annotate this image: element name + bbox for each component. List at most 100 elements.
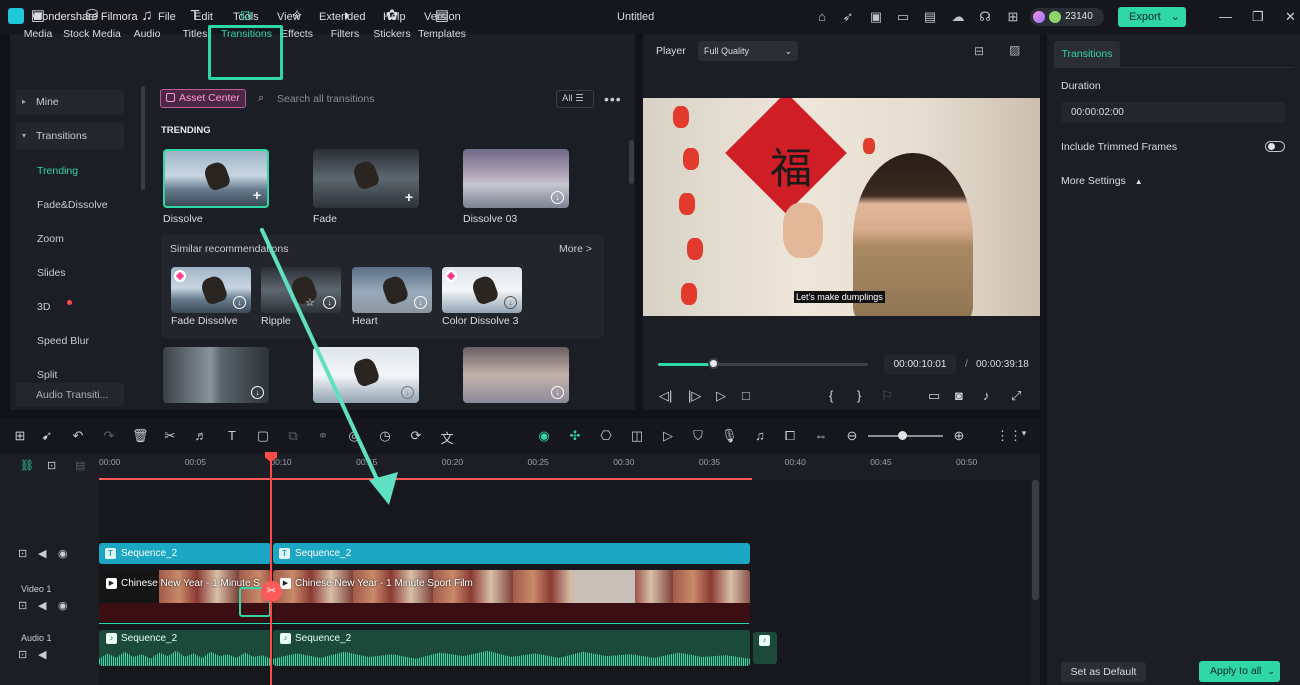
close-icon[interactable]: ✕ [1285,9,1296,25]
asset-center-button[interactable]: Asset Center [160,89,246,108]
tab-stickers[interactable]: ✿ Stickers [367,6,417,46]
save-icon[interactable]: ▤ [923,10,937,24]
mark-in-icon[interactable]: { [829,388,833,403]
tab-transitions-properties[interactable]: Transitions [1054,41,1120,67]
download-icon[interactable]: ↓ [551,191,564,204]
zoom-in-icon[interactable]: ⊕ [951,428,967,444]
tab-stock-media[interactable]: ⛁ Stock Media [62,6,122,46]
select-tool-icon[interactable]: ➹ [39,428,55,444]
split-scissor-icon[interactable]: ✂ [261,581,282,602]
tab-templates[interactable]: ▤ Templates [417,6,467,46]
quality-select[interactable]: Full Quality ⌄ [698,41,798,61]
timeline-settings-icon[interactable]: ⋮⋮ [996,428,1022,444]
download-icon[interactable]: ↓ [233,296,246,309]
sidebar-item-zoom[interactable]: Zoom [37,233,64,245]
favorite-star-icon[interactable]: ☆ [305,296,315,309]
display-icon[interactable]: ▭ [928,388,940,404]
add-icon[interactable]: + [253,187,261,203]
headset-icon[interactable]: ☊ [978,10,992,24]
title-clip[interactable]: T Sequence_2 [99,543,271,564]
download-icon[interactable]: ↓ [504,296,517,309]
download-icon[interactable]: ↓ [414,296,427,309]
translate-icon[interactable]: 文 [439,428,455,447]
sidebar-item-split[interactable]: Split [37,369,57,381]
more-options-icon[interactable]: ••• [604,91,622,107]
lock-icon[interactable]: ⊡ [18,599,27,612]
mute-icon[interactable]: ◀ [38,648,46,661]
cloud-icon[interactable]: ☁ [951,10,965,24]
search-input[interactable]: Search all transitions [277,93,374,105]
sidebar-item-trending[interactable]: Trending [37,165,78,177]
apply-to-all-button[interactable]: Apply to all ⌄ [1199,661,1280,682]
similar-more-link[interactable]: More > [559,243,592,255]
mark-out-icon[interactable]: } [857,388,861,403]
marker-icon[interactable]: ⚐ [881,388,893,404]
audio-clip[interactable]: ♪ Sequence_2 [273,630,750,666]
title-clip[interactable]: T Sequence_2 [273,543,750,564]
export-button[interactable]: Export ⌄ [1118,7,1186,27]
undo-icon[interactable]: ↶ [70,428,86,444]
snapshot-view-icon[interactable]: ▨ [1009,43,1020,57]
audio-edit-icon[interactable]: ♬ [193,428,209,443]
lock-icon[interactable]: ⊡ [18,547,27,560]
download-icon[interactable]: ↓ [323,296,336,309]
audio-mixer-icon[interactable]: ♫ [752,428,768,443]
crop-icon[interactable]: ▢ [255,428,271,444]
ai-toolbox-icon[interactable]: ▣ [869,10,883,24]
zoom-slider-handle[interactable] [898,431,907,440]
apps-grid-icon[interactable]: ⊞ [1006,10,1020,24]
previous-frame-icon[interactable]: ◁| [659,388,672,404]
auto-reframe-icon[interactable]: ⎔ [598,428,614,444]
delete-icon[interactable]: 🗑 [132,428,149,444]
text-icon[interactable]: T [224,428,240,443]
transition-thumb-fade[interactable]: + [313,149,419,208]
filter-button[interactable]: All ☰ [556,90,594,108]
library-scrollbar[interactable] [629,140,634,184]
tab-media[interactable]: ▣ Media [13,6,63,46]
color-icon[interactable]: ⚭ [315,428,331,444]
more-settings-toggle[interactable]: More Settings ▲ [1061,175,1143,187]
sidebar-item-mine[interactable] [16,89,124,115]
play-range-icon[interactable]: ▷ [660,428,676,444]
mute-icon[interactable]: ◀ [38,599,46,612]
render-icon[interactable]: ◉ [536,428,552,444]
audio-clip[interactable]: ♪ Sequence_2 [99,630,271,666]
download-icon[interactable]: ↓ [251,386,264,399]
snapshot-icon[interactable]: ◫ [629,428,645,444]
fit-icon[interactable]: ⇔ [813,428,829,443]
play-icon[interactable]: ▷ [716,388,726,404]
fullscreen-icon[interactable]: ⤢ [1011,388,1021,404]
current-time[interactable]: 00:00:10:01 [884,355,956,375]
microphone-icon[interactable]: 🎙 [721,428,738,444]
cut-icon[interactable]: ✂ [162,428,178,444]
audio-clip-end[interactable]: ♪ [753,632,777,664]
gift-icon[interactable]: ⌂ [815,10,829,24]
video-clip[interactable]: ▶ Chinese New Year - 1 Minute Sport Film [273,570,750,622]
transition-thumb-dissolve-03[interactable]: ↓ [463,149,569,208]
transition-thumb-snow[interactable]: ↓ [313,347,419,403]
transition-thumb-dissolve[interactable]: + [163,149,269,208]
sidebar-item-speed-blur[interactable]: Speed Blur [37,335,89,347]
download-icon[interactable]: ↓ [551,386,564,399]
include-trimmed-frames-toggle[interactable] [1265,141,1285,152]
mute-icon[interactable]: ◀ [38,547,46,560]
minimize-icon[interactable]: — [1219,9,1232,24]
layout-icon[interactable]: ▭ [896,10,910,24]
sidebar-scrollbar[interactable] [141,86,145,190]
ai-effect-icon[interactable]: ◎ [346,428,362,444]
visibility-eye-icon[interactable]: ◉ [58,547,68,560]
timeline-ruler[interactable] [99,454,1039,480]
sidebar-item-3d[interactable]: 3D [37,301,50,313]
sidebar-item-slides[interactable]: Slides [37,267,66,279]
video-preview[interactable]: 福 [643,98,1040,316]
add-track-icon[interactable]: ⊡ [47,459,56,472]
layout-grid-icon[interactable]: ⊞ [12,428,28,444]
tab-filters[interactable]: ◑ Filters [320,6,370,46]
similar-thumb-fade-dissolve[interactable]: ↓ [171,267,251,313]
playhead[interactable] [270,454,272,685]
similar-thumb-color-dissolve-3[interactable]: ↓ [442,267,522,313]
sidebar-item-fade-dissolve[interactable]: Fade&Dissolve [37,199,108,211]
track-settings-icon[interactable]: ▤ [75,459,85,472]
link-icon[interactable]: ⛓ [20,459,34,472]
speed-icon[interactable]: ◷ [377,428,393,444]
